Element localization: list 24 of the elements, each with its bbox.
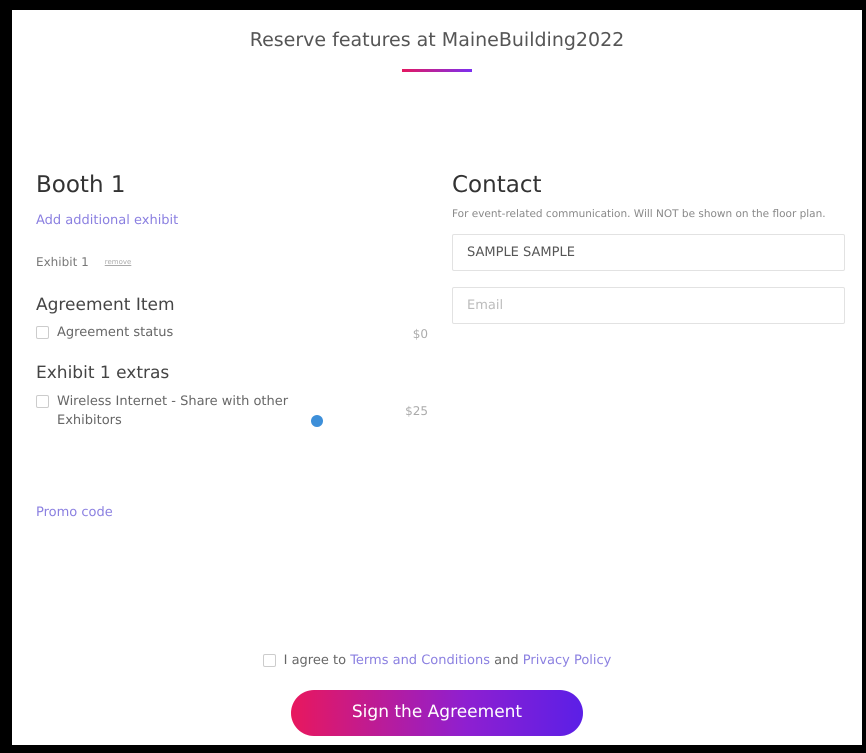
agreement-text: I agree to Terms and Conditions and Privacy Policy	[284, 652, 612, 670]
checkbox[interactable]	[36, 394, 49, 408]
section-heading: Agreement Item	[36, 295, 176, 316]
policy-link[interactable]: Terms and Conditions	[350, 652, 490, 668]
item-price: $0	[412, 326, 428, 344]
sign-agreement-button[interactable]: Sign the Agreement	[291, 690, 583, 736]
agree-checkbox[interactable]	[262, 654, 276, 667]
contact-heading: Contact	[452, 172, 542, 200]
promo-code-link[interactable]: Promo code	[36, 504, 113, 520]
section-heading: Exhibit 1 extras	[36, 363, 170, 384]
title-underline	[402, 68, 472, 72]
contact-note: For event-related communication. Will NOT be shown on the floor plan.	[452, 207, 827, 222]
policy-link[interactable]: Privacy Policy	[522, 652, 612, 668]
text-field[interactable]: SAMPLE SAMPLE	[452, 234, 845, 271]
exhibit-label: Exhibit 1	[36, 254, 89, 272]
checkbox[interactable]	[36, 326, 49, 340]
item-price: $25	[405, 402, 428, 420]
add-exhibit-link[interactable]: Add additional exhibit	[36, 213, 178, 228]
info-icon[interactable]	[311, 414, 323, 427]
item-label: Wireless Internet - Share with other Exhibitors	[57, 392, 290, 430]
page-title: Reserve features at MaineBuilding2022	[250, 29, 624, 51]
item-label: Agreement status	[57, 324, 174, 342]
booth-heading: Booth 1	[36, 172, 126, 200]
text-field[interactable]: Email	[452, 286, 845, 324]
